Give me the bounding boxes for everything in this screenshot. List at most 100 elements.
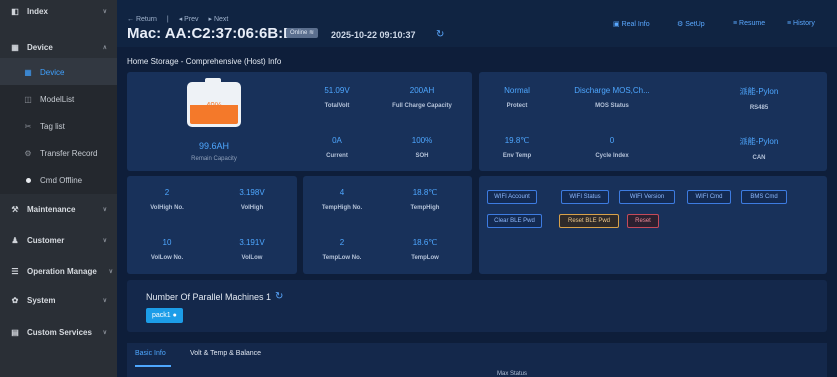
parallel-title: Number Of Parallel Machines 1: [146, 292, 272, 302]
tag-icon: ✂: [24, 121, 32, 131]
reset-button[interactable]: Reset: [627, 214, 659, 228]
sidebar-item-custom-services[interactable]: ▤ Custom Services ∨: [0, 318, 117, 346]
list-icon: ☰: [11, 266, 19, 276]
stat-label: RS485: [749, 105, 769, 111]
stat-temp-high-no: 4 TempHigh No.: [307, 188, 377, 211]
stat-label: TempHigh: [410, 205, 440, 211]
sidebar-item-maintenance[interactable]: ⚒ Maintenance ∨: [0, 195, 117, 223]
sidebar-item-device-sub[interactable]: ▦ Device: [0, 58, 117, 86]
section-title: Home Storage - Comprehensive (Host) Info: [127, 57, 282, 66]
stat-label: TempLow No.: [322, 255, 362, 261]
sidebar-item-taglist[interactable]: ✂ Tag list: [0, 112, 117, 140]
sidebar-item-system[interactable]: ✿ System ∨: [0, 286, 117, 314]
tab-resume[interactable]: ≡ Resume: [733, 20, 765, 32]
pack-button[interactable]: pack1 ●: [146, 308, 183, 323]
stat-value: 100%: [411, 136, 433, 145]
stat-label: TempLow: [411, 255, 439, 261]
tab-setup[interactable]: ⚙ SetUp: [677, 20, 705, 32]
device-mac-title: Mac: AA:C2:37:06:6B:B6: [127, 25, 303, 42]
stat-value: 派能-Pylon: [739, 87, 779, 96]
calendar-icon: ▣: [613, 21, 620, 28]
stat-label: SOH: [415, 153, 429, 159]
stat-protect: Normal Protect: [487, 86, 547, 109]
sidebar-item-device[interactable]: ▦ Device ∧: [0, 33, 117, 61]
stat-mos-status: Discharge MOS,Ch... MOS Status: [557, 86, 667, 109]
tab-history[interactable]: ≡ History: [787, 20, 815, 32]
sidebar-item-customer[interactable]: ♟ Customer ∨: [0, 226, 117, 254]
stat-value: 2: [164, 188, 170, 197]
stat-temp-high: 18.8℃ TempHigh: [395, 188, 455, 211]
sidebar-item-modellist[interactable]: ◫ ModelList: [0, 85, 117, 113]
refresh-icon[interactable]: ↻: [436, 29, 444, 40]
stat-env-temp: 19.8℃ Env Temp: [487, 136, 547, 159]
stat-value: 4: [339, 188, 345, 197]
clear-ble-pwd-button[interactable]: Clear BLE Pwd: [487, 214, 542, 228]
remain-capacity: 99.6AH Remain Capacity: [172, 141, 256, 162]
stat-full-charge: 200AH Full Charge Capacity: [382, 86, 462, 109]
next-link[interactable]: ▸ Next: [209, 16, 229, 23]
stat-label: Current: [326, 153, 348, 159]
stat-value: 0: [609, 136, 615, 145]
settings-icon: ⚙: [677, 21, 684, 28]
stat-value: 18.6℃: [412, 238, 438, 247]
stat-rs485: 派能-Pylon RS485: [719, 86, 799, 111]
wifi-cmd-button[interactable]: WIFI Cmd: [687, 190, 731, 204]
sidebar-item-label: Operation Manage: [27, 266, 97, 276]
stat-cycle-index: 0 Cycle Index: [577, 136, 647, 159]
resume-icon: ≡: [733, 20, 738, 27]
chevron-down-icon: ∨: [102, 237, 107, 244]
stat-value: 3.198V: [239, 188, 265, 197]
wifi-version-button[interactable]: WIFI Version: [619, 190, 675, 204]
battery-summary-panel: 49% 99.6AH Remain Capacity 51.09V TotalV…: [127, 72, 472, 171]
sidebar-item-label: Maintenance: [27, 204, 76, 214]
chevron-down-icon: ∨: [102, 297, 107, 304]
bms-cmd-button[interactable]: BMS Cmd: [741, 190, 787, 204]
sidebar: ◧ Index ∨ ▦ Device ∧ ▦ Device ◫ ModelLis…: [0, 0, 117, 377]
transfer-icon: ⚙: [24, 148, 32, 158]
stat-value: 51.09V: [324, 86, 350, 95]
sidebar-item-operation-manage[interactable]: ☰ Operation Manage ∨: [0, 257, 117, 285]
reset-ble-pwd-button[interactable]: Reset BLE Pwd: [559, 214, 619, 228]
stat-label: CAN: [752, 155, 766, 161]
tab-basic-info[interactable]: Basic Info: [135, 350, 166, 357]
stat-value: 200AH: [409, 86, 435, 95]
service-icon: ▤: [11, 327, 19, 337]
stat-label: VolHigh No.: [150, 205, 184, 211]
sidebar-item-cmd-offline[interactable]: Cmd Offline: [0, 166, 117, 194]
gear-icon: ✿: [11, 295, 19, 305]
sidebar-item-label: Customer: [27, 235, 65, 245]
dashboard-icon: ◧: [11, 6, 19, 16]
battery-icon: 49%: [187, 82, 241, 127]
prev-link[interactable]: ◂ Prev: [179, 16, 199, 23]
stat-value: 19.8℃: [504, 136, 530, 145]
stat-temp-low-no: 2 TempLow No.: [307, 238, 377, 261]
chevron-down-icon: ∨: [102, 329, 107, 336]
stat-label: VolHigh: [240, 205, 264, 211]
wifi-account-button[interactable]: WIFI Account: [487, 190, 537, 204]
sidebar-item-label: Custom Services: [27, 327, 92, 337]
active-tab-underline: [135, 365, 171, 367]
return-link[interactable]: ← Return: [127, 16, 157, 23]
wifi-status-button[interactable]: WIFI Status: [561, 190, 609, 204]
stat-current: 0A Current: [307, 136, 367, 159]
detail-tabs: Basic Info Volt & Temp & Balance Max Sta…: [127, 343, 827, 377]
stat-can: 派能-Pylon CAN: [719, 136, 799, 161]
history-icon: ≡: [787, 20, 792, 27]
timestamp: 2025-10-22 09:10:37: [331, 30, 416, 40]
sidebar-item-label: Device: [40, 67, 65, 77]
sidebar-item-transfer-record[interactable]: ⚙ Transfer Record: [0, 139, 117, 167]
wifi-icon: ≋: [309, 30, 315, 36]
stat-total-volt: 51.09V TotalVolt: [307, 86, 367, 109]
dot-icon: [22, 176, 34, 185]
chip-icon: ◫: [24, 94, 32, 104]
stat-volt-high-no: 2 VolHigh No.: [137, 188, 197, 211]
grid-icon: ▦: [11, 42, 19, 52]
tab-real-info[interactable]: ▣ Real Info: [613, 20, 650, 32]
stat-value: 0A: [332, 136, 342, 145]
stat-label: Full Charge Capacity: [392, 103, 452, 109]
stat-value: 2: [339, 238, 345, 247]
sidebar-item-index[interactable]: ◧ Index ∨: [0, 0, 117, 22]
tab-volt-temp-balance[interactable]: Volt & Temp & Balance: [190, 350, 261, 357]
refresh-icon[interactable]: ↻: [275, 291, 283, 302]
temperature-extremes-panel: 4 TempHigh No. 18.8℃ TempHigh 2 TempLow …: [303, 176, 472, 274]
